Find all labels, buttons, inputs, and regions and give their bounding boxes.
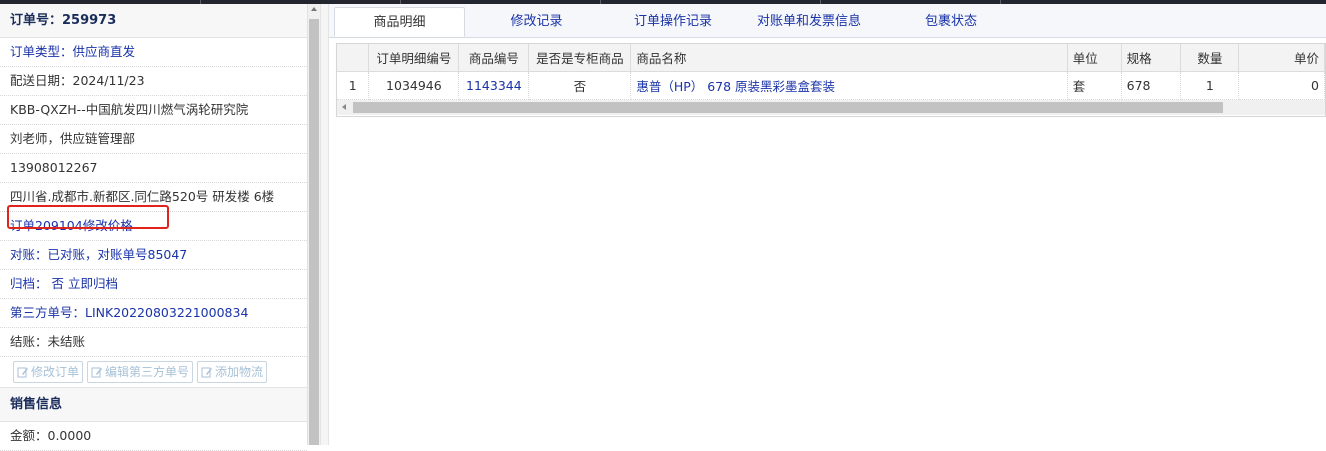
archive-row: 归档： 否 立即归档 — [0, 270, 307, 299]
left-scrollbar[interactable] — [308, 4, 320, 445]
product-id-link[interactable]: 1143344 — [458, 71, 530, 100]
grid-horizontal-scrollbar[interactable] — [337, 100, 1325, 115]
add-logistics-button[interactable]: 添加物流 — [197, 361, 268, 383]
contact-person: 刘老师，供应链管理部 — [0, 125, 307, 154]
tab-product-detail[interactable]: 商品明细 — [334, 7, 465, 37]
tab-reconcile-invoice[interactable]: 对账单和发票信息 — [734, 7, 884, 37]
scroll-up-icon[interactable] — [311, 7, 317, 11]
archive-status: 否 — [51, 276, 65, 291]
horizontal-scroll-thumb[interactable] — [353, 102, 1223, 113]
edit-third-party-label: 编辑第三方单号 — [105, 365, 190, 379]
phone-number: 13908012267 — [0, 154, 307, 183]
cell-unit: 套 — [1067, 71, 1122, 100]
reconcile-status[interactable]: 对账：已对账，对账单号85047 — [0, 241, 307, 270]
tab-change-log[interactable]: 修改记录 — [479, 7, 594, 37]
col-spec[interactable]: 规格 — [1121, 44, 1182, 72]
col-unit[interactable]: 单位 — [1067, 44, 1122, 72]
order-type: 订单类型：供应商直发 — [0, 38, 307, 67]
edit-icon — [201, 367, 213, 378]
grid-header: 订单明细编号 商品编号 是否是专柜商品 商品名称 单位 规格 数量 单价 — [337, 44, 1325, 72]
cell-unit-price: 0 — [1238, 71, 1325, 100]
archive-now-link[interactable]: 立即归档 — [68, 276, 118, 291]
settlement-status: 结账：未结账 — [0, 328, 307, 357]
customer-name: KBB-QXZH--中国航发四川燃气涡轮研究院 — [0, 96, 307, 125]
col-detail-id[interactable]: 订单明细编号 — [368, 44, 460, 72]
action-buttons: 修改订单 编辑第三方单号 添加物流 — [0, 357, 307, 388]
panel-splitter[interactable] — [320, 4, 329, 445]
col-rownum — [337, 44, 370, 72]
add-logistics-label: 添加物流 — [215, 365, 264, 379]
sales-info-title: 销售信息 — [0, 388, 307, 422]
delivery-date: 配送日期：2024/11/23 — [0, 67, 307, 96]
tab-bar: 商品明细 修改记录 订单操作记录 对账单和发票信息 包裹状态 — [329, 4, 1326, 38]
cell-spec: 678 — [1121, 71, 1182, 100]
edit-order-button[interactable]: 修改订单 — [13, 361, 84, 383]
archive-label: 归档： — [10, 276, 48, 291]
edit-icon — [91, 367, 103, 378]
product-grid: 订单明细编号 商品编号 是否是专柜商品 商品名称 单位 规格 数量 单价 1 1… — [336, 43, 1326, 117]
col-unit-price[interactable]: 单价 — [1238, 44, 1325, 72]
cell-counter-product: 否 — [528, 71, 632, 100]
cell-quantity: 1 — [1180, 71, 1240, 100]
product-name-link[interactable]: 惠普（HP） 678 原装黑彩墨盒套装 — [630, 71, 1068, 100]
third-party-number[interactable]: 第三方单号：LINK20220803221000834 — [0, 299, 307, 328]
tab-package-status[interactable]: 包裹状态 — [896, 7, 1006, 37]
col-product-id[interactable]: 商品编号 — [458, 44, 530, 72]
order-number: 订单号：259973 — [0, 4, 307, 38]
edit-order-label: 修改订单 — [31, 365, 80, 379]
table-row[interactable]: 1 1034946 1143344 否 惠普（HP） 678 原装黑彩墨盒套装 … — [337, 71, 1325, 100]
cell-detail-id: 1034946 — [368, 71, 460, 100]
scroll-left-icon[interactable] — [342, 104, 346, 110]
cell-rownum: 1 — [337, 71, 370, 100]
col-quantity[interactable]: 数量 — [1180, 44, 1240, 72]
sales-amount: 金额：0.0000 — [0, 422, 307, 451]
col-counter-product[interactable]: 是否是专柜商品 — [528, 44, 632, 72]
edit-third-party-button[interactable]: 编辑第三方单号 — [87, 361, 194, 383]
detail-panel: 商品明细 修改记录 订单操作记录 对账单和发票信息 包裹状态 订单明细编号 商品… — [329, 4, 1326, 445]
scroll-thumb[interactable] — [309, 19, 319, 445]
highlight-box — [7, 205, 169, 229]
edit-icon — [17, 367, 28, 378]
col-product-name[interactable]: 商品名称 — [630, 44, 1068, 72]
tab-order-operations[interactable]: 订单操作记录 — [612, 7, 734, 37]
